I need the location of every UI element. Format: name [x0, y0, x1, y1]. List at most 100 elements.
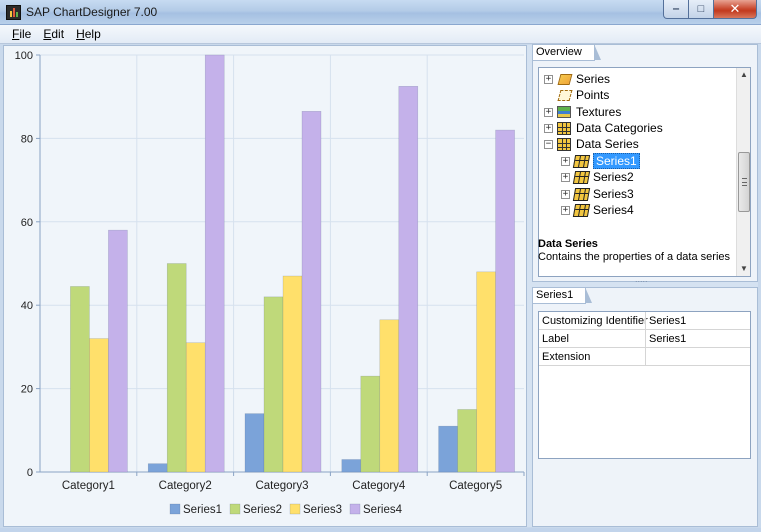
tree-item-series1[interactable]: + Series1	[561, 153, 640, 169]
scroll-thumb[interactable]	[738, 152, 750, 212]
legend-label-series4: Series4	[363, 504, 403, 516]
bar-series4-category2	[204, 54, 225, 473]
property-key: Customizing Identifier	[542, 315, 648, 327]
grid-icon	[557, 121, 571, 135]
expand-icon[interactable]: +	[561, 172, 570, 182]
expand-icon[interactable]: +	[561, 205, 570, 215]
properties-tab[interactable]: Series1	[533, 287, 593, 304]
scroll-up-arrow-icon[interactable]: ▲	[737, 68, 750, 82]
property-value[interactable]: Series1	[649, 333, 686, 345]
x-tick-label: Category1	[62, 480, 115, 492]
tree-item-label: Points	[576, 88, 610, 102]
y-tick-label: 100	[15, 50, 33, 62]
x-tick-label: Category4	[352, 480, 406, 492]
bar-series2-category2	[166, 263, 187, 473]
y-tick-label: 0	[27, 467, 33, 479]
bar-series3-category1	[89, 338, 109, 473]
bar-chart: 0 20 40 60 80 100 Category1 Category2 Category3 C…	[15, 50, 525, 516]
maximize-button[interactable]: □	[689, 0, 714, 19]
bar-series1-category3	[244, 413, 265, 473]
legend-label-series1: Series1	[183, 504, 222, 516]
y-tick-label: 40	[21, 300, 33, 312]
close-button[interactable]: ✕	[714, 0, 757, 19]
tree-item-series[interactable]: + Series	[544, 71, 610, 87]
expand-icon	[544, 91, 553, 100]
grid-icon	[557, 137, 571, 151]
tree-item-data-categories[interactable]: + Data Categories	[544, 120, 663, 136]
menu-help[interactable]: Help	[70, 25, 107, 43]
tree-item-label: Data Categories	[576, 121, 663, 135]
tree-item-label: Series1	[593, 153, 640, 169]
window-title: SAP ChartDesigner 7.00	[26, 5, 158, 19]
bar-series4-category4	[398, 86, 419, 473]
x-tick-label: Category3	[255, 480, 308, 492]
points-icon	[557, 89, 573, 101]
tree-item-label: Series4	[593, 203, 634, 217]
property-row[interactable]: Label Series1	[539, 330, 750, 348]
description-title: Data Series	[538, 238, 598, 250]
chart-preview-panel[interactable]: 0 20 40 60 80 100 Category1 Category2 Category3 C…	[3, 45, 527, 527]
bar-series3-category3	[282, 275, 303, 473]
tree-item-points[interactable]: Points	[544, 87, 609, 103]
property-value[interactable]: Series1	[649, 315, 686, 327]
menu-file[interactable]: File	[6, 25, 37, 43]
scroll-down-arrow-icon[interactable]: ▼	[737, 262, 750, 276]
bar-series4-category5	[495, 129, 515, 473]
tree-item-series3[interactable]: + Series3	[561, 186, 634, 202]
title-bar: SAP ChartDesigner 7.00 ‒ □ ✕	[0, 0, 761, 25]
legend-swatch-series4	[349, 503, 361, 515]
legend-swatch-series3	[289, 503, 301, 515]
bar-series3-category5	[476, 271, 496, 473]
tree-item-label: Data Series	[576, 137, 639, 151]
app-icon	[6, 5, 21, 20]
bar-series4-category1	[108, 229, 128, 473]
y-tick-label: 60	[21, 217, 33, 229]
expand-icon[interactable]: +	[561, 189, 570, 199]
tree-item-label: Series2	[593, 170, 634, 184]
bar-series4-category3	[301, 111, 322, 473]
bar-series3-category2	[185, 342, 206, 473]
bar-series2-category5	[457, 409, 477, 473]
y-tick-label: 20	[21, 384, 33, 396]
bar-series1-category2	[147, 463, 168, 473]
data-series-icon	[572, 187, 591, 201]
menu-edit[interactable]: Edit	[37, 25, 70, 43]
legend-label-series2: Series2	[243, 504, 282, 516]
bar-series2-category4	[360, 375, 381, 473]
textures-icon	[557, 106, 571, 118]
bar-series1-category4	[341, 459, 362, 473]
tree-scrollbar[interactable]: ▲ ▼	[736, 68, 750, 276]
expand-icon[interactable]: +	[544, 123, 553, 133]
series-icon	[557, 73, 573, 85]
data-series-icon	[572, 170, 591, 184]
legend-swatch-series2	[229, 503, 241, 515]
bar-series2-category1	[70, 286, 90, 473]
data-series-icon	[572, 154, 591, 168]
legend-swatch-series1	[169, 503, 181, 515]
x-tick-label: Category5	[449, 480, 502, 492]
window-frame-bottom	[0, 528, 761, 532]
legend-label-series3: Series3	[303, 504, 342, 516]
minimize-button[interactable]: ‒	[663, 0, 689, 19]
tree-item-series2[interactable]: + Series2	[561, 169, 634, 185]
property-row[interactable]: Extension	[539, 348, 750, 366]
bar-series2-category3	[263, 296, 284, 473]
tree-item-series4[interactable]: + Series4	[561, 202, 634, 218]
expand-icon[interactable]: +	[561, 156, 570, 166]
window-controls: ‒ □ ✕	[663, 0, 757, 19]
menu-bar: File Edit Help	[0, 25, 761, 44]
property-row[interactable]: Customizing Identifier Series1	[539, 312, 750, 330]
property-key: Label	[542, 333, 569, 345]
property-key: Extension	[542, 351, 591, 363]
collapse-icon[interactable]: −	[544, 139, 553, 149]
tree-item-textures[interactable]: + Textures	[544, 104, 621, 120]
properties-panel: Series1 Customizing Identifier Series1 L…	[532, 287, 758, 527]
description-text: Contains the properties of a data series	[538, 251, 731, 263]
tree-item-data-series[interactable]: − Data Series	[544, 136, 639, 152]
overview-tab[interactable]: Overview	[533, 44, 601, 61]
property-grid[interactable]: Customizing Identifier Series1 Label Ser…	[538, 311, 751, 459]
expand-icon[interactable]: +	[544, 107, 553, 117]
bar-series1-category5	[438, 425, 458, 473]
expand-icon[interactable]: +	[544, 74, 553, 84]
tree-item-label: Series3	[593, 187, 634, 201]
